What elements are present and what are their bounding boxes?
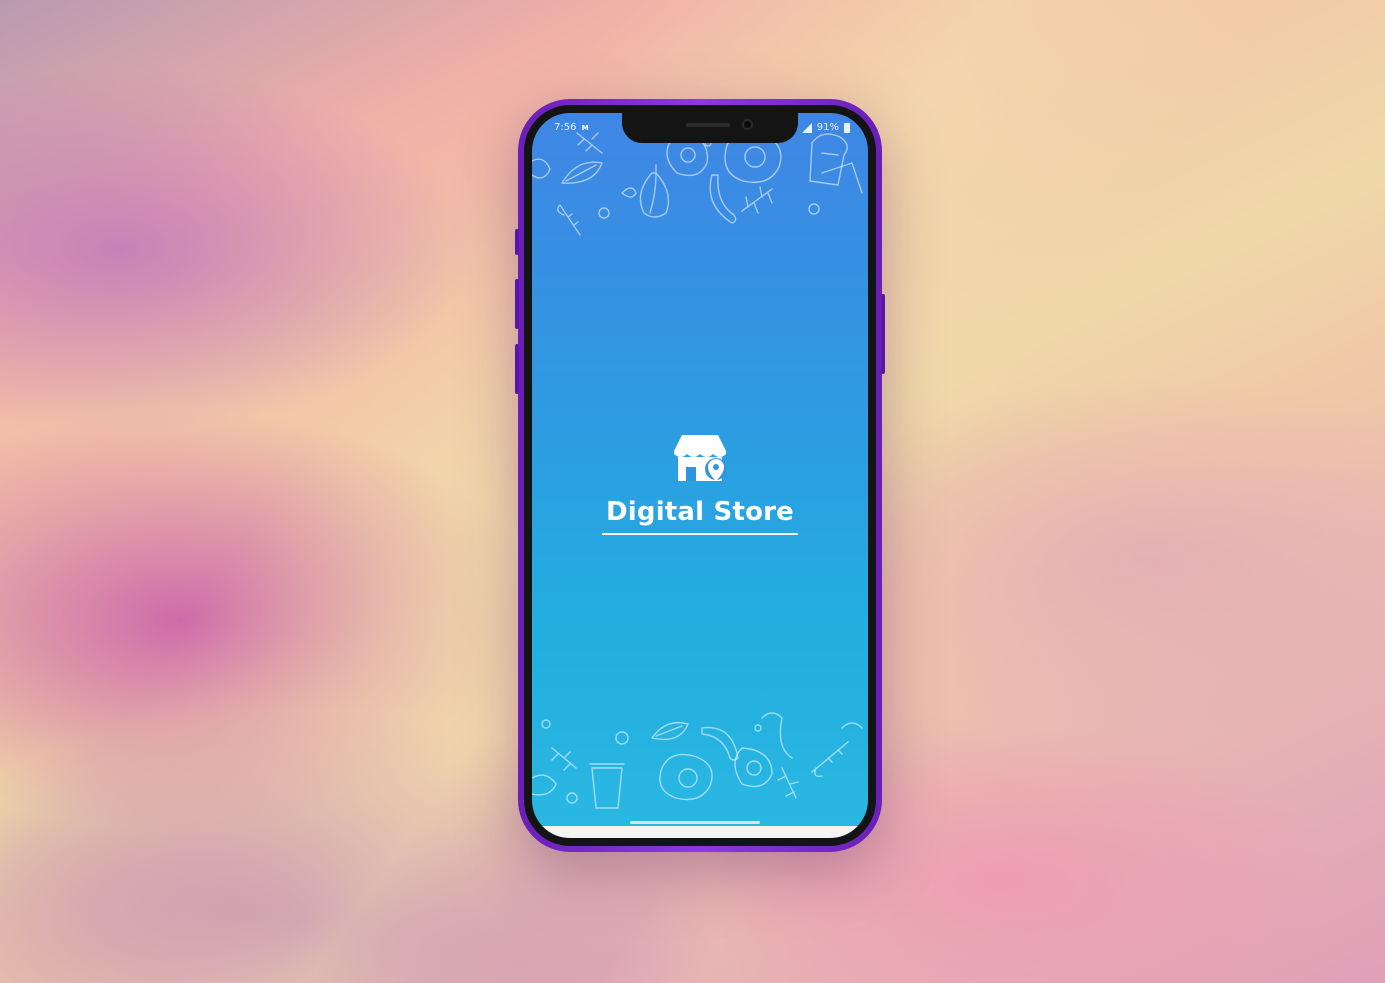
- bread-icon: [809, 133, 848, 186]
- home-indicator[interactable]: [630, 821, 760, 824]
- volume-down-button: [515, 344, 519, 394]
- carrot-icon: [557, 204, 581, 236]
- power-button: [881, 294, 885, 374]
- pepper-icon: [841, 722, 863, 729]
- food-doodles-bottom: [532, 712, 863, 809]
- jar-icon: [589, 763, 625, 809]
- navigation-bar: [532, 826, 868, 838]
- fish-icon: [761, 712, 793, 759]
- volume-up-button: [515, 279, 519, 329]
- splash-center: Digital Store: [532, 431, 868, 535]
- phone-mockup: 7:56 ᴍ 91% Digital Store: [515, 99, 885, 852]
- battery-percent: 91%: [816, 122, 839, 133]
- status-bar-right: 91%: [801, 122, 850, 133]
- tomato-icon: [532, 158, 551, 179]
- banana-icon: [709, 174, 737, 224]
- signal-icon: [801, 122, 812, 133]
- leaf-icon: [561, 161, 603, 184]
- leaf-sprig-icon: [741, 186, 773, 214]
- herb-icon: [777, 767, 799, 799]
- notch: [622, 113, 798, 143]
- avocado-icon: [734, 747, 773, 788]
- sprig-icon: [551, 747, 577, 771]
- battery-icon: [844, 122, 850, 133]
- app-screen[interactable]: 7:56 ᴍ 91% Digital Store: [532, 113, 868, 838]
- garlic-icon: [639, 164, 670, 218]
- store-location-icon: [674, 435, 727, 481]
- speaker: [686, 123, 730, 127]
- banana-icon: [701, 726, 739, 761]
- carrot-icon: [811, 741, 849, 778]
- mute-switch: [515, 229, 519, 255]
- sprig-icon: [576, 132, 603, 154]
- tomato-icon: [532, 774, 557, 796]
- app-title: Digital Store: [601, 497, 799, 535]
- leaf-icon: [651, 721, 689, 741]
- pepper-icon: [621, 187, 637, 198]
- status-bar-left: 7:56 ᴍ: [554, 122, 589, 133]
- m-icon: ᴍ: [581, 122, 589, 133]
- status-time: 7:56: [554, 122, 577, 133]
- front-camera: [742, 119, 753, 130]
- egg-icon: [659, 753, 713, 801]
